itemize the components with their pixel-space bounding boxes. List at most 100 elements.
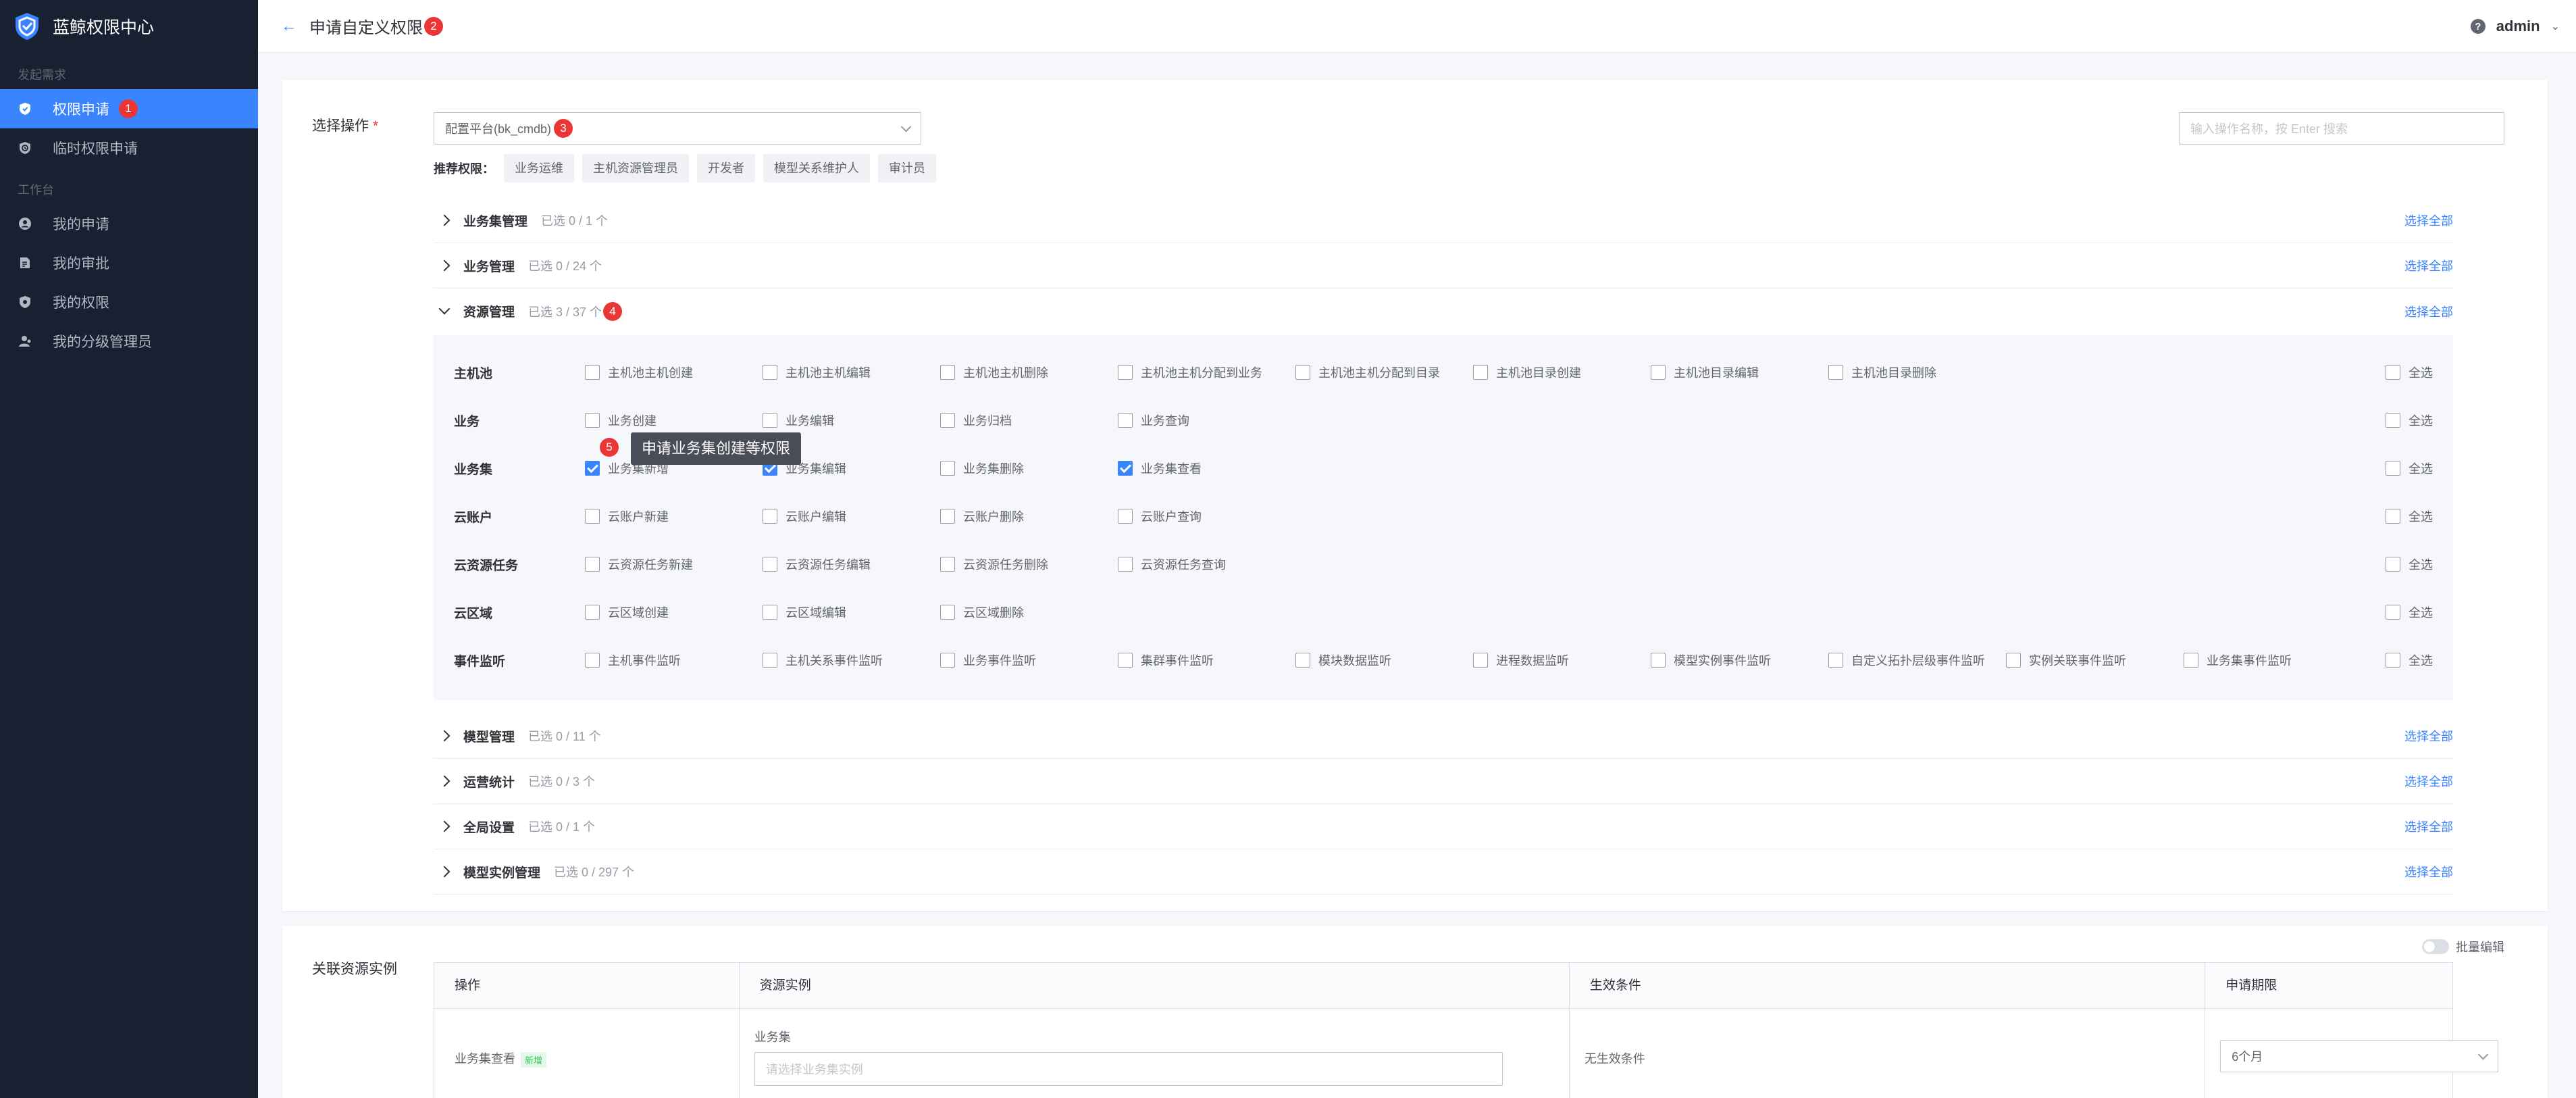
checkbox[interactable] <box>585 557 600 572</box>
checkbox[interactable] <box>585 509 600 524</box>
permission-option[interactable]: 自定义拓扑层级事件监听 <box>1828 651 1985 669</box>
permission-option[interactable]: 云资源任务新建 <box>585 555 693 573</box>
permission-option[interactable]: 业务创建 <box>585 411 656 429</box>
checkbox[interactable] <box>2386 509 2400 524</box>
checkbox[interactable] <box>940 509 955 524</box>
row-select-all[interactable]: 全选 <box>2386 459 2433 477</box>
checkbox[interactable] <box>763 557 777 572</box>
checkbox[interactable] <box>940 365 955 380</box>
permission-option[interactable]: 业务集删除 <box>940 459 1024 477</box>
checkbox[interactable] <box>763 509 777 524</box>
permission-option[interactable]: 主机事件监听 <box>585 651 681 669</box>
checkbox[interactable] <box>940 461 955 476</box>
permission-option[interactable]: 业务归档 <box>940 411 1012 429</box>
select-all-link[interactable]: 选择全部 <box>2404 257 2453 274</box>
checkbox[interactable] <box>1651 365 1666 380</box>
permission-option[interactable]: 云账户删除 <box>940 507 1024 525</box>
select-all-link[interactable]: 选择全部 <box>2404 211 2453 229</box>
select-all-link[interactable]: 选择全部 <box>2404 818 2453 835</box>
resource-instance-input[interactable]: 请选择业务集实例 <box>754 1052 1503 1086</box>
checkbox[interactable] <box>1118 509 1133 524</box>
action-search-input[interactable]: 输入操作名称，按 Enter 搜索 <box>2179 112 2504 145</box>
sidebar-item-my-approvals[interactable]: 我的审批 <box>0 243 258 282</box>
select-all-link[interactable]: 选择全部 <box>2404 863 2453 880</box>
permission-option[interactable]: 集群事件监听 <box>1118 651 1214 669</box>
permission-option[interactable]: 模块数据监听 <box>1295 651 1391 669</box>
checkbox[interactable] <box>585 413 600 428</box>
category-row[interactable]: 模型管理 已选 0 / 11 个 选择全部 <box>434 714 2453 759</box>
recommend-tag[interactable]: 主机资源管理员 <box>582 154 689 182</box>
checkbox[interactable] <box>1473 653 1488 668</box>
permission-option[interactable]: 主机池主机编辑 <box>763 364 871 381</box>
checkbox[interactable] <box>763 365 777 380</box>
batch-edit-toggle[interactable]: 批量编辑 <box>2422 938 2504 955</box>
checkbox[interactable] <box>940 413 955 428</box>
permission-option[interactable]: 云账户编辑 <box>763 507 846 525</box>
checkbox[interactable] <box>940 605 955 620</box>
row-select-all[interactable]: 全选 <box>2386 364 2433 381</box>
permission-option[interactable]: 主机池目录创建 <box>1473 364 1581 381</box>
category-row[interactable]: 业务集管理 已选 0 / 1 个 选择全部 <box>434 198 2453 243</box>
recommend-tag[interactable]: 模型关系维护人 <box>763 154 870 182</box>
permission-option[interactable]: 业务集事件监听 <box>2184 651 2292 669</box>
category-row[interactable]: 全局设置 已选 0 / 1 个 选择全部 <box>434 804 2453 849</box>
checkbox[interactable] <box>763 605 777 620</box>
checkbox[interactable] <box>940 557 955 572</box>
permission-option[interactable]: 主机池目录编辑 <box>1651 364 1759 381</box>
checkbox-checked[interactable] <box>1118 461 1133 476</box>
select-all-link[interactable]: 选择全部 <box>2404 303 2453 320</box>
category-row[interactable]: 业务管理 已选 0 / 24 个 选择全部 <box>434 243 2453 289</box>
permission-option[interactable]: 模型实例事件监听 <box>1651 651 1771 669</box>
permission-option[interactable]: 业务事件监听 <box>940 651 1036 669</box>
checkbox-checked[interactable] <box>585 461 600 476</box>
permission-option[interactable]: 云资源任务编辑 <box>763 555 871 573</box>
checkbox[interactable] <box>1118 365 1133 380</box>
select-all-link[interactable]: 选择全部 <box>2404 727 2453 745</box>
permission-option[interactable]: 云资源任务删除 <box>940 555 1048 573</box>
user-name[interactable]: admin <box>2496 18 2540 35</box>
checkbox[interactable] <box>1828 653 1843 668</box>
row-select-all[interactable]: 全选 <box>2386 507 2433 525</box>
chevron-down-icon[interactable]: ⌄ <box>2551 20 2560 33</box>
category-row[interactable]: 运营统计 已选 0 / 3 个 选择全部 <box>434 759 2453 804</box>
permission-option[interactable]: 云区域编辑 <box>763 603 846 621</box>
recommend-tag[interactable]: 业务运维 <box>504 154 574 182</box>
back-arrow-icon[interactable]: ← <box>281 17 297 36</box>
permission-option[interactable]: 业务查询 <box>1118 411 1189 429</box>
row-select-all[interactable]: 全选 <box>2386 555 2433 573</box>
permission-option[interactable]: 业务编辑 <box>763 411 834 429</box>
row-select-all[interactable]: 全选 <box>2386 411 2433 429</box>
recommend-tag[interactable]: 开发者 <box>697 154 755 182</box>
brand[interactable]: 蓝鲸权限中心 <box>0 0 258 53</box>
checkbox[interactable] <box>2386 365 2400 380</box>
row-select-all[interactable]: 全选 <box>2386 603 2433 621</box>
permission-option[interactable]: 实例关联事件监听 <box>2006 651 2126 669</box>
checkbox[interactable] <box>1118 413 1133 428</box>
checkbox[interactable] <box>2386 605 2400 620</box>
checkbox[interactable] <box>1473 365 1488 380</box>
permission-option[interactable]: 主机池主机分配到目录 <box>1295 364 1440 381</box>
permission-option[interactable]: 云账户新建 <box>585 507 669 525</box>
checkbox[interactable] <box>1828 365 1843 380</box>
system-select[interactable]: 配置平台(bk_cmdb) 3 <box>434 112 921 145</box>
checkbox[interactable] <box>2006 653 2021 668</box>
permission-option[interactable]: 主机池主机删除 <box>940 364 1048 381</box>
help-icon[interactable]: ? <box>2470 19 2485 34</box>
permission-option[interactable]: 云区域删除 <box>940 603 1024 621</box>
checkbox[interactable] <box>1651 653 1666 668</box>
sidebar-item-apply-permission[interactable]: 权限申请 1 <box>0 89 258 128</box>
permission-option[interactable]: 云区域创建 <box>585 603 669 621</box>
checkbox[interactable] <box>585 365 600 380</box>
toggle-switch[interactable] <box>2422 939 2449 954</box>
category-row-expanded[interactable]: 资源管理 已选 3 / 37 个 4 选择全部 <box>434 289 2453 334</box>
sidebar-item-my-applications[interactable]: 我的申请 <box>0 204 258 243</box>
select-all-link[interactable]: 选择全部 <box>2404 772 2453 790</box>
checkbox[interactable] <box>940 653 955 668</box>
checkbox[interactable] <box>585 653 600 668</box>
checkbox[interactable] <box>763 653 777 668</box>
checkbox[interactable] <box>1118 653 1133 668</box>
checkbox[interactable] <box>1295 365 1310 380</box>
recommend-tag[interactable]: 审计员 <box>878 154 936 182</box>
checkbox[interactable] <box>585 605 600 620</box>
category-row[interactable]: 模型实例管理 已选 0 / 297 个 选择全部 <box>434 849 2453 895</box>
